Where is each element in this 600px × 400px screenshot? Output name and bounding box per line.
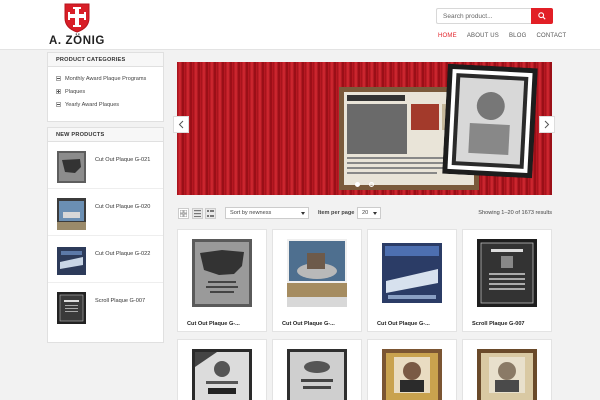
results-count: Showing 1–20 of 1673 results	[478, 210, 552, 216]
compact-list-view-button[interactable]	[205, 208, 216, 219]
chevron-left-icon	[178, 120, 184, 129]
list-view-button[interactable]	[192, 208, 203, 219]
product-categories-widget: PRODUCT CATEGORIES Monthly Award Plaque …	[47, 52, 164, 122]
list-item[interactable]: Cut Out Plaque G-021	[48, 142, 163, 189]
chevron-down-icon	[301, 212, 305, 215]
widget-title: PRODUCT CATEGORIES	[48, 53, 163, 67]
product-thumbnail[interactable]	[57, 198, 86, 230]
product-thumbnail[interactable]	[57, 245, 86, 277]
shop-toolbar: Sort by newness Item per page 20 Showing…	[177, 207, 552, 221]
product-name[interactable]: Cut Out Plaque G-...	[282, 321, 335, 327]
collapse-icon[interactable]	[56, 102, 61, 107]
product-name[interactable]: Cut Out Plaque G-022	[95, 251, 150, 257]
product-image[interactable]	[192, 349, 252, 400]
chevron-down-icon	[373, 212, 377, 215]
sort-value: Sort by newness	[230, 210, 272, 216]
nav-contact[interactable]: CONTACT	[536, 33, 566, 39]
product-card[interactable]	[272, 339, 362, 400]
sort-select[interactable]: Sort by newness	[225, 207, 309, 219]
product-name[interactable]: Scroll Plaque G-007	[472, 321, 525, 327]
product-image[interactable]	[477, 349, 537, 400]
product-image[interactable]	[382, 239, 442, 307]
product-card[interactable]: Cut Out Plaque G-...	[272, 229, 362, 332]
list-item[interactable]: Scroll Plaque G-007	[48, 283, 163, 330]
category-label: Yearly Award Plaques	[65, 101, 120, 108]
product-card[interactable]: Cut Out Plaque G-...	[367, 229, 457, 332]
product-thumbnail[interactable]	[57, 151, 86, 183]
product-image[interactable]	[382, 349, 442, 400]
product-name[interactable]: Cut Out Plaque G-...	[377, 321, 430, 327]
product-card[interactable]: Scroll Plaque G-007	[462, 229, 552, 332]
slider-dot[interactable]	[369, 182, 374, 187]
chevron-right-icon	[544, 120, 550, 129]
search-button[interactable]	[531, 8, 553, 24]
main-nav: HOME ABOUT US BLOG CONTACT	[438, 33, 576, 39]
category-item-plaques[interactable]: Plaques	[56, 85, 155, 98]
product-card[interactable]	[177, 339, 267, 400]
product-name[interactable]: Cut Out Plaque G-...	[187, 321, 240, 327]
brand-name: A. ZÖNIG	[49, 35, 105, 47]
list-icon	[194, 210, 201, 217]
items-per-page-select[interactable]: 20	[357, 207, 381, 219]
collapse-icon[interactable]	[56, 76, 61, 81]
product-card[interactable]: Cut Out Plaque G-...	[177, 229, 267, 332]
category-item-yearly[interactable]: Yearly Award Plaques	[56, 98, 155, 111]
search-icon	[538, 12, 546, 20]
new-products-widget: NEW PRODUCTS Cut Out Plaque G-021 Cut Ou…	[47, 127, 164, 343]
shield-cross-icon	[64, 3, 90, 33]
expand-icon[interactable]	[56, 89, 61, 94]
product-image[interactable]	[477, 239, 537, 307]
search-input[interactable]	[436, 8, 531, 24]
slide-portrait-plaque-image	[442, 63, 538, 179]
product-card[interactable]	[367, 339, 457, 400]
product-image[interactable]	[287, 239, 347, 307]
slider-dot[interactable]	[355, 182, 360, 187]
product-name[interactable]: Cut Out Plaque G-021	[95, 157, 150, 163]
product-name[interactable]: Scroll Plaque G-007	[95, 298, 145, 304]
product-image[interactable]	[287, 349, 347, 400]
category-label: Plaques	[65, 88, 86, 95]
product-thumbnail[interactable]	[57, 292, 86, 324]
widget-title: NEW PRODUCTS	[48, 128, 163, 142]
grid-view-button[interactable]	[178, 208, 189, 219]
items-per-page-label: Item per page	[318, 210, 355, 216]
product-image[interactable]	[192, 239, 252, 307]
slider-dots	[355, 182, 374, 187]
product-card[interactable]	[462, 339, 552, 400]
search-form	[436, 8, 553, 24]
nav-home[interactable]: HOME	[438, 33, 457, 39]
list-detail-icon	[207, 210, 214, 217]
grid-icon	[180, 210, 187, 217]
product-name[interactable]: Cut Out Plaque G-020	[95, 204, 150, 210]
items-per-page-value: 20	[362, 210, 369, 216]
nav-about-us[interactable]: ABOUT US	[467, 33, 499, 39]
site-header: A. ZÖNIG HOME ABOUT US BLOG CONTACT	[0, 0, 600, 50]
nav-blog[interactable]: BLOG	[509, 33, 526, 39]
brand-logo[interactable]: A. ZÖNIG	[47, 3, 107, 47]
category-item-monthly[interactable]: Monthly Award Plaque Programs	[56, 72, 155, 85]
category-label: Monthly Award Plaque Programs	[65, 75, 147, 82]
slider-next-button[interactable]	[539, 116, 555, 133]
hero-slider[interactable]	[177, 62, 552, 195]
list-item[interactable]: Cut Out Plaque G-020	[48, 189, 163, 236]
list-item[interactable]: Cut Out Plaque G-022	[48, 236, 163, 283]
slider-prev-button[interactable]	[173, 116, 189, 133]
